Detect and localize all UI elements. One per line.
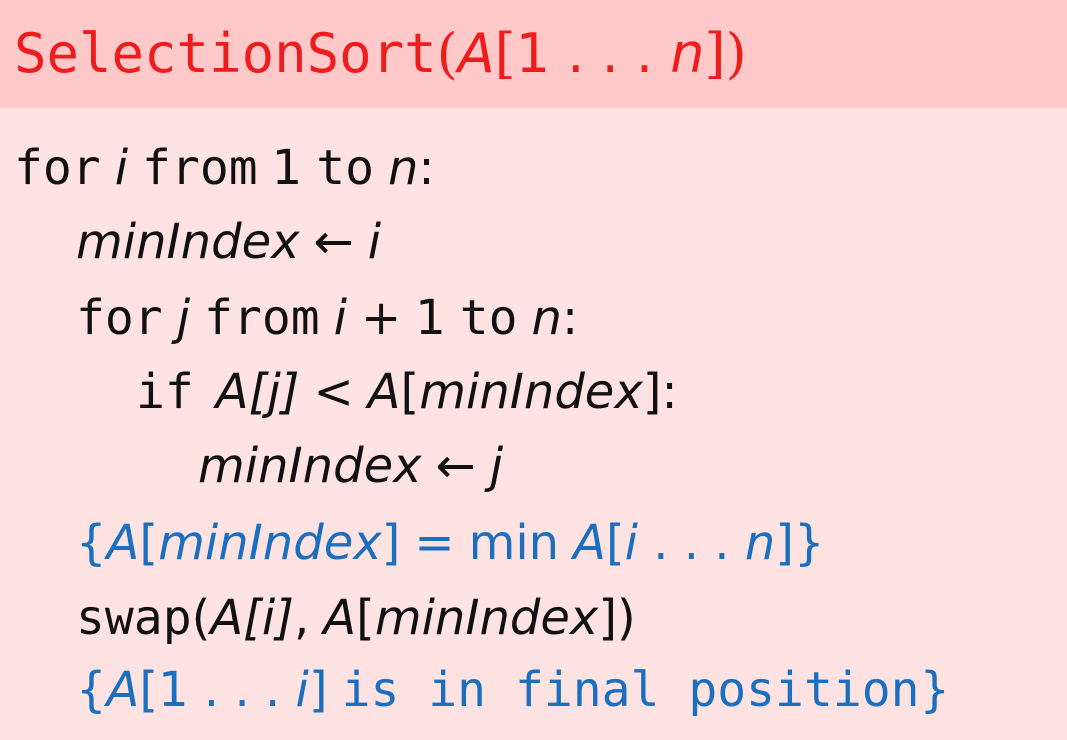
keyword-swap: swap bbox=[76, 590, 192, 646]
var-minindex: minIndex bbox=[374, 590, 599, 646]
assign-arrow: ← bbox=[313, 214, 354, 270]
array-a: A bbox=[573, 515, 606, 571]
title-name: SelectionSort bbox=[14, 22, 437, 85]
plus-sign: + bbox=[360, 290, 402, 346]
min-operator: min bbox=[468, 515, 560, 571]
code-line-1: for i from 1 to n: bbox=[14, 130, 435, 206]
number-1: 1 bbox=[415, 290, 446, 346]
title-start: 1 bbox=[515, 22, 551, 85]
bracket-close: ] bbox=[598, 590, 618, 646]
keyword-to: to bbox=[459, 290, 518, 346]
bracket-close: ] bbox=[775, 515, 794, 571]
bracket-close: ] bbox=[308, 662, 328, 718]
colon: : bbox=[418, 140, 435, 196]
ellipsis: . . . bbox=[188, 662, 296, 718]
var-n: n bbox=[531, 290, 562, 346]
keyword-from: from bbox=[142, 140, 258, 196]
var-n: n bbox=[744, 515, 776, 571]
array-a: A bbox=[106, 662, 140, 718]
assign-arrow: ← bbox=[435, 438, 476, 494]
title-end: n bbox=[670, 22, 705, 85]
ellipsis: . . . bbox=[638, 515, 745, 571]
bracket-close: ] bbox=[381, 515, 401, 571]
var-n: n bbox=[387, 140, 419, 196]
title-array: A bbox=[457, 22, 495, 85]
bracket-open: [ bbox=[139, 515, 159, 571]
var-minindex: minIndex bbox=[198, 438, 422, 494]
title-dots: . . . bbox=[550, 22, 671, 85]
less-than: < bbox=[313, 364, 354, 420]
bracket-open: [ bbox=[400, 364, 420, 420]
title-bracket-open: [ bbox=[494, 22, 516, 85]
var-i: i bbox=[367, 214, 382, 270]
paren-close: ) bbox=[617, 590, 636, 646]
array-a: A bbox=[210, 590, 244, 646]
title-paren-open: ( bbox=[436, 22, 458, 85]
keyword-for: for bbox=[14, 140, 101, 196]
bracket-open: [ bbox=[356, 590, 375, 646]
bracket-close: ] bbox=[642, 364, 662, 420]
array-a: A bbox=[106, 515, 140, 571]
brace-open: { bbox=[76, 515, 107, 571]
var-i: i bbox=[295, 662, 309, 718]
var-j: j bbox=[489, 438, 504, 494]
keyword-to: to bbox=[316, 140, 374, 196]
brace-close: } bbox=[793, 515, 825, 571]
code-line-7: swap(A[i], A[minIndex]) bbox=[76, 580, 636, 656]
var-i: i bbox=[114, 140, 129, 196]
comma: , bbox=[293, 590, 310, 646]
paren-open: ( bbox=[191, 590, 211, 646]
colon: : bbox=[561, 290, 579, 346]
var-i: i bbox=[333, 290, 347, 346]
equals-sign: = bbox=[414, 515, 455, 571]
code-line-2: minIndex ← i bbox=[76, 204, 381, 280]
var-i: i bbox=[624, 515, 639, 571]
var-minindex: minIndex bbox=[158, 515, 382, 571]
array-a: A bbox=[367, 364, 401, 420]
bracket-open: [ bbox=[139, 662, 159, 718]
invariant-text: is in final position bbox=[341, 662, 920, 718]
keyword-if: if bbox=[136, 364, 194, 420]
array-a: A bbox=[323, 590, 357, 646]
title-bar: SelectionSort(A[1 . . . n]) bbox=[0, 0, 1067, 108]
index-j: [j] bbox=[248, 364, 300, 420]
code-line-8-invariant: {A[1 . . . i] is in final position} bbox=[76, 652, 950, 728]
title-paren-close: ) bbox=[725, 22, 747, 85]
colon: : bbox=[661, 364, 678, 420]
array-a: A bbox=[215, 364, 249, 420]
brace-open: { bbox=[76, 662, 107, 718]
bracket-open: [ bbox=[605, 515, 625, 571]
title-bracket-close: ] bbox=[704, 22, 726, 85]
var-j: j bbox=[176, 290, 191, 346]
code-line-3: for j from i +1 to n: bbox=[76, 280, 578, 356]
number-1: 1 bbox=[271, 140, 303, 196]
var-minindex: minIndex bbox=[419, 364, 643, 420]
keyword-for: for bbox=[76, 290, 163, 346]
code-line-6-invariant: {A[minIndex] = min A[i . . . n]} bbox=[76, 505, 825, 581]
number-1: 1 bbox=[158, 662, 189, 718]
var-minindex: minIndex bbox=[76, 214, 300, 270]
keyword-from: from bbox=[204, 290, 320, 346]
index-i: [i] bbox=[243, 590, 294, 646]
code-line-4: if A[j] < A[minIndex]: bbox=[136, 354, 678, 430]
algorithm-title: SelectionSort(A[1 . . . n]) bbox=[14, 12, 747, 96]
code-line-5: minIndex ← j bbox=[198, 428, 503, 504]
brace-close: } bbox=[919, 662, 951, 718]
